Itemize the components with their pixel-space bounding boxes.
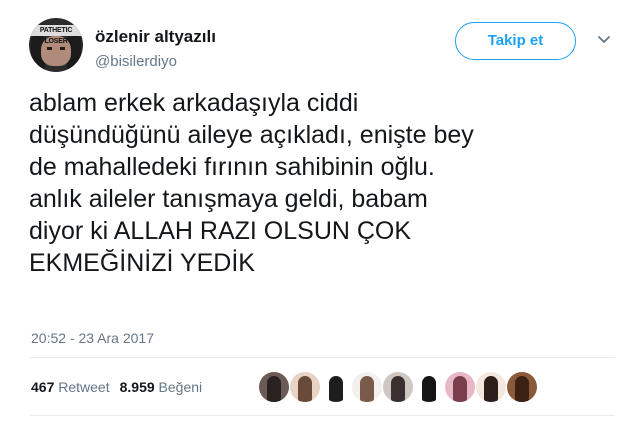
liker-avatar[interactable] [352,372,382,402]
avatar-banner-text: PATHETIC LOSER [29,25,83,45]
follow-button[interactable]: Takip et [455,22,576,60]
liker-avatar[interactable] [507,372,537,402]
tweet-stats: 467 Retweet 8.959 Beğeni [31,379,202,395]
liker-avatar[interactable] [445,372,475,402]
chevron-down-icon[interactable] [597,34,611,46]
liker-avatar[interactable] [259,372,289,402]
author-avatar[interactable]: PATHETIC LOSER [29,18,83,72]
avatar-eyes [47,47,65,50]
tweet-text: ablam erkek arkadaşıyla ciddi düşündüğün… [29,89,474,277]
tweet-timestamp[interactable]: 20:52 - 23 Ara 2017 [31,330,154,346]
liker-avatar[interactable] [414,372,444,402]
divider [29,415,615,416]
retweet-stat[interactable]: 467 Retweet [31,379,110,395]
divider [29,357,615,358]
like-count: 8.959 [119,379,155,395]
liker-avatar[interactable] [383,372,413,402]
liker-avatar[interactable] [290,372,320,402]
like-label: Beğeni [158,379,203,395]
retweet-label: Retweet [58,379,110,395]
liker-avatar[interactable] [321,372,351,402]
author-handle[interactable]: @bisilerdiyo [95,53,177,70]
retweet-count: 467 [31,379,55,395]
like-stat[interactable]: 8.959 Beğeni [120,379,203,395]
author-display-name[interactable]: özlenir altyazılı [95,27,216,47]
liker-avatar[interactable] [476,372,506,402]
